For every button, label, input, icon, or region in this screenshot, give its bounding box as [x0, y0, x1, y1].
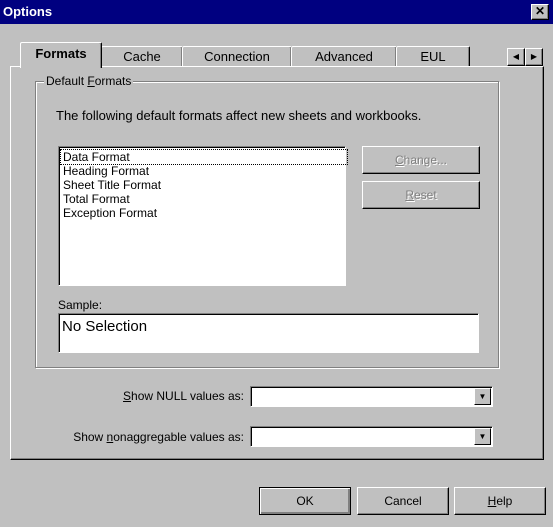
change-button-rest: hange... — [403, 153, 448, 167]
formats-description: The following default formats affect new… — [56, 108, 422, 123]
show-null-dropdown-button[interactable]: ▼ — [474, 388, 491, 405]
tab-formats-label: Formats — [35, 46, 87, 61]
title-bar: Options ✕ — [0, 0, 553, 24]
show-nonaggregable-combo[interactable]: ▼ — [250, 426, 493, 447]
right-arrow-icon: ▶ — [530, 52, 538, 61]
close-button[interactable]: ✕ — [531, 4, 549, 20]
list-item-heading-format[interactable]: Heading Format — [63, 164, 149, 178]
tab-scroll-right-button[interactable]: ▶ — [525, 48, 543, 66]
sample-label: Sample: — [58, 298, 103, 312]
tab-scroll-left-button[interactable]: ◀ — [507, 48, 525, 66]
show-nonaggregable-label: Show nonaggregable values as: — [11, 430, 244, 444]
show-nonagg-label-pre: Show — [73, 430, 107, 444]
formats-listbox[interactable]: Data Format Heading Format Sheet Title F… — [58, 146, 348, 286]
tab-eul-label: EUL — [420, 49, 446, 64]
sample-text: No Selection — [62, 318, 148, 335]
show-null-label: Show NULL values as: — [11, 389, 244, 403]
change-button[interactable]: Change... — [362, 146, 480, 174]
tab-advanced[interactable]: Advanced — [291, 46, 397, 67]
show-null-label-rest: how NULL values as: — [131, 389, 244, 403]
group-label-post: ormats — [94, 74, 132, 88]
reset-button-key: R — [405, 188, 414, 202]
tab-eul[interactable]: EUL — [396, 46, 470, 67]
show-null-combo[interactable]: ▼ — [250, 386, 493, 407]
reset-button[interactable]: Reset — [362, 181, 480, 209]
close-icon: ✕ — [534, 4, 546, 18]
group-label-key: F — [87, 74, 95, 88]
group-label-pre: Default — [46, 74, 88, 88]
help-button-rest: elp — [496, 494, 513, 508]
show-null-label-key: S — [123, 389, 132, 403]
formats-panel: Default Formats The following default fo… — [10, 66, 544, 460]
default-formats-group-label: Default Formats — [44, 74, 134, 88]
list-item-data-format[interactable]: Data Format — [60, 149, 348, 165]
chevron-down-icon: ▼ — [478, 432, 487, 441]
sample-preview: No Selection — [58, 313, 479, 353]
ok-button[interactable]: OK — [259, 487, 351, 515]
list-item-sheet-title-format[interactable]: Sheet Title Format — [63, 178, 161, 192]
help-button[interactable]: Help — [454, 487, 546, 515]
tab-cache[interactable]: Cache — [101, 46, 183, 67]
cancel-button[interactable]: Cancel — [357, 487, 449, 515]
change-button-key: C — [394, 153, 404, 167]
default-formats-group: Default Formats The following default fo… — [35, 74, 499, 368]
show-nonagg-label-rest: onaggregable values as: — [113, 430, 244, 444]
tab-connection[interactable]: Connection — [182, 46, 292, 67]
tab-advanced-label: Advanced — [315, 49, 373, 64]
window-title: Options — [3, 4, 53, 19]
tab-cache-label: Cache — [123, 49, 161, 64]
tab-formats[interactable]: Formats — [20, 42, 102, 68]
tab-connection-label: Connection — [204, 49, 270, 64]
left-arrow-icon: ◀ — [512, 52, 520, 61]
list-item-total-format[interactable]: Total Format — [63, 192, 130, 206]
show-nonaggregable-dropdown-button[interactable]: ▼ — [474, 428, 491, 445]
chevron-down-icon: ▼ — [478, 392, 487, 401]
reset-button-rest: eset — [413, 188, 437, 202]
list-item-exception-format[interactable]: Exception Format — [63, 206, 157, 220]
